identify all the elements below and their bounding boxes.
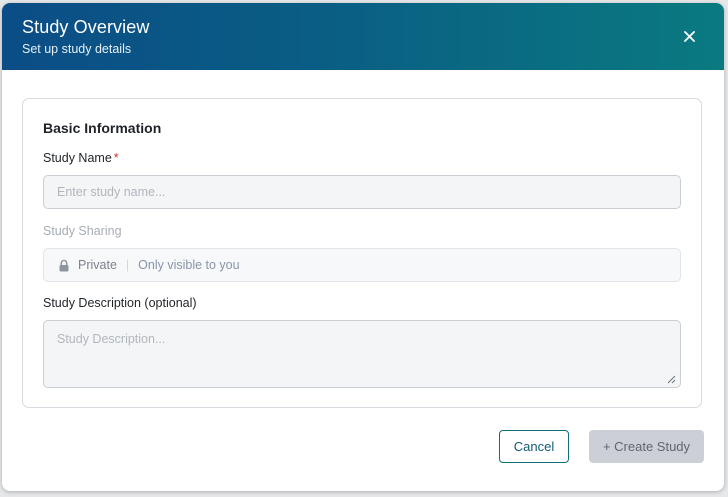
sharing-separator: |: [125, 258, 130, 272]
cancel-button[interactable]: Cancel: [499, 430, 569, 463]
resize-grip-icon[interactable]: [667, 375, 676, 384]
study-name-label-text: Study Name: [43, 151, 112, 165]
basic-information-card: Basic Information Study Name* Study Shar…: [22, 98, 702, 408]
study-name-input[interactable]: [43, 175, 681, 209]
dialog-header: Study Overview Set up study details: [2, 3, 724, 70]
dialog-title: Study Overview: [22, 17, 150, 37]
section-title: Basic Information: [43, 120, 162, 136]
study-description-wrapper: [43, 320, 681, 388]
study-sharing-field: Private | Only visible to you: [43, 248, 681, 282]
study-name-label: Study Name *: [43, 151, 119, 165]
create-study-button[interactable]: + Create Study: [589, 430, 704, 463]
study-description-label: Study Description (optional): [43, 296, 197, 310]
study-description-textarea[interactable]: [43, 320, 681, 388]
sharing-value: Private: [78, 258, 117, 272]
dialog-subtitle: Set up study details: [22, 42, 132, 56]
close-button[interactable]: [678, 25, 700, 47]
lock-icon: [58, 259, 70, 272]
close-icon: [683, 30, 695, 42]
study-sharing-label: Study Sharing: [43, 224, 122, 238]
study-overview-dialog: Study Overview Set up study details Basi…: [2, 3, 724, 491]
sharing-hint: Only visible to you: [138, 258, 240, 272]
required-marker: *: [113, 151, 119, 165]
